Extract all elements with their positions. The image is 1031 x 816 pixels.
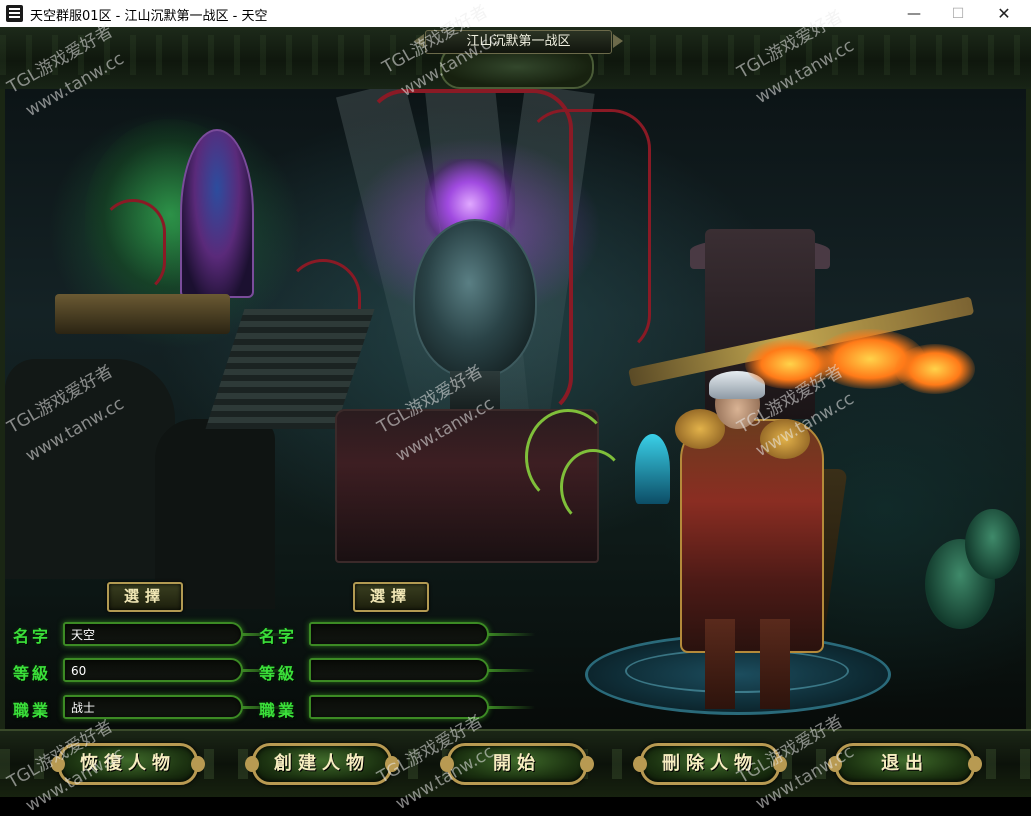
- frame-right-border: [1026, 89, 1031, 729]
- restore-character-button[interactable]: 恢復人物: [51, 743, 205, 785]
- top-frame: 江山沉默第一战区: [0, 27, 1031, 91]
- delete-character-button[interactable]: 刪除人物: [633, 743, 787, 785]
- red-tentacle: [525, 109, 651, 355]
- slot1-job-field: 战士: [63, 695, 289, 719]
- select-slot2-button[interactable]: 選擇: [353, 582, 429, 612]
- maximize-button[interactable]: ☐: [935, 0, 981, 27]
- warrior-leg: [705, 619, 735, 709]
- alien-plant: [965, 509, 1020, 579]
- slot2-level-field: [309, 658, 535, 682]
- bottom-action-bar: 恢復人物 創建人物 開始 刪除人物 退出: [0, 729, 1031, 797]
- create-character-button[interactable]: 創建人物: [245, 743, 399, 785]
- exit-button[interactable]: 退出: [828, 743, 982, 785]
- green-vine: [560, 449, 626, 525]
- app-icon: [6, 5, 23, 22]
- close-button[interactable]: ✕: [981, 0, 1027, 27]
- warrior-leg: [760, 619, 790, 709]
- select-slot1-button[interactable]: 選擇: [107, 582, 183, 612]
- scene-background: 選擇 名字 天空 等級 60 職業 战士 選擇 名字 等級 職業: [5, 89, 1026, 729]
- stone-ledge: [55, 294, 230, 334]
- slot1-name-field: 天空: [63, 622, 289, 646]
- warrior-shoulder: [760, 419, 810, 459]
- slot1-level-label: 等級: [13, 664, 52, 683]
- red-tentacle: [100, 199, 166, 295]
- minimize-button[interactable]: —: [891, 0, 937, 27]
- slot1-name-label: 名字: [13, 627, 52, 646]
- slot2-job-field: [309, 695, 535, 719]
- window-title: 天空群服01区 - 江山沉默第一战区 - 天空: [30, 9, 268, 24]
- game-window: 天空群服01区 - 江山沉默第一战区 - 天空 — ☐ ✕ 江山沉默第一战区 選…: [0, 0, 1031, 816]
- cave-rock: [5, 359, 175, 579]
- window-titlebar: 天空群服01区 - 江山沉默第一战区 - 天空 — ☐ ✕: [0, 0, 1031, 28]
- blue-wing-ornament: [635, 434, 670, 504]
- slot2-job-label: 職業: [259, 701, 298, 720]
- sword-flame: [895, 344, 975, 394]
- platform-glow-ring: [625, 649, 849, 693]
- slot1-level-field: 60: [63, 658, 289, 682]
- cave-rock: [155, 419, 275, 609]
- slot2-name-label: 名字: [259, 627, 298, 646]
- slot1-job-label: 職業: [13, 701, 52, 720]
- slot2-name-field: [309, 622, 535, 646]
- slot2-level-label: 等級: [259, 664, 298, 683]
- warrior-character[interactable]: [680, 419, 824, 653]
- start-game-button[interactable]: 開始: [440, 743, 594, 785]
- server-name-plate: 江山沉默第一战区: [414, 30, 623, 54]
- crystal-throne: [180, 129, 254, 298]
